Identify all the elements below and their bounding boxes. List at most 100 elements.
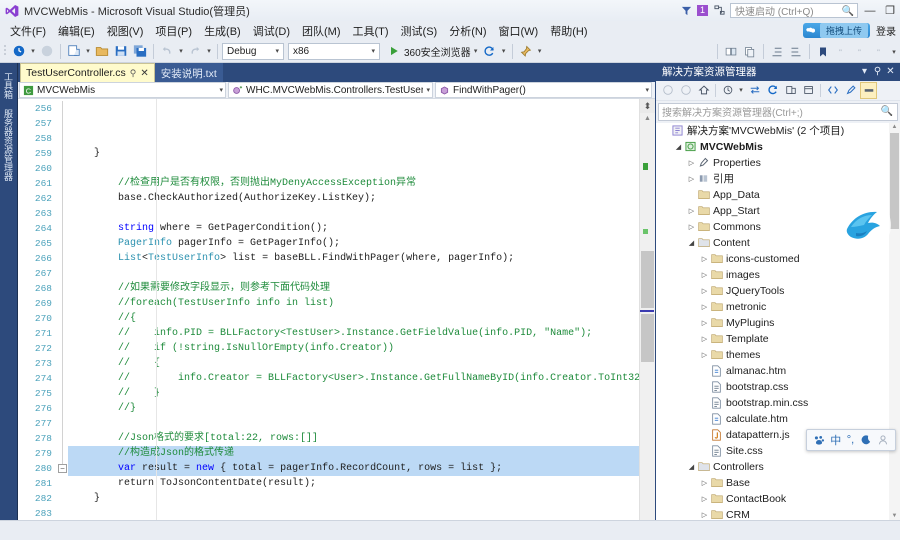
undo-icon[interactable] — [158, 42, 176, 61]
outdent-icon[interactable] — [787, 42, 805, 61]
code-line[interactable]: PagerInfo pagerInfo = GetPagerInfo(); — [68, 236, 639, 251]
menu-item-tools[interactable]: 工具(T) — [347, 21, 395, 41]
expander-closed-icon[interactable]: ▷ — [686, 223, 697, 231]
code-folding-column[interactable]: −− — [56, 99, 68, 520]
pin-icon[interactable]: ⚲ — [130, 68, 137, 79]
tree-item-bootstrap-css[interactable]: bootstrap.css — [656, 379, 900, 395]
code-line[interactable]: } — [68, 146, 639, 161]
quick-launch-input[interactable]: 快速启动 (Ctrl+Q) 🔍 — [730, 3, 858, 18]
code-line[interactable]: // } — [68, 386, 639, 401]
expander-closed-icon[interactable]: ▷ — [699, 287, 710, 295]
start-debug-label[interactable]: 360安全浏览器 — [404, 44, 471, 59]
code-line[interactable]: //{ — [68, 311, 639, 326]
expander-closed-icon[interactable]: ▷ — [699, 255, 710, 263]
code-text-area[interactable]: } //检查用户是否有权限，否则抛出MyDenyAccessException异… — [68, 99, 639, 520]
moon-icon[interactable] — [860, 434, 872, 446]
tree-item--[interactable]: ▷引用 — [656, 171, 900, 187]
compare-icon[interactable] — [722, 42, 740, 61]
menu-item-view[interactable]: 视图(V) — [101, 21, 150, 41]
tree-item-template[interactable]: ▷Template — [656, 331, 900, 347]
feedback-icon[interactable] — [712, 4, 726, 17]
tree-item-properties[interactable]: ▷Properties — [656, 155, 900, 171]
expander-closed-icon[interactable]: ▷ — [699, 271, 710, 279]
close-icon[interactable]: ✕ — [884, 66, 897, 77]
close-icon[interactable]: ✕ — [140, 68, 148, 79]
menu-item-help[interactable]: 帮助(H) — [544, 21, 593, 41]
toolbar-grip[interactable] — [3, 44, 9, 58]
solution-platform-select[interactable]: x86 ▾ — [288, 43, 380, 60]
solution-explorer-search-input[interactable]: 搜索解决方案资源管理器(Ctrl+;) 🔍 — [658, 103, 898, 121]
navbar-project-select[interactable]: C MVCWebMis ▾ — [19, 82, 226, 98]
pending-changes-icon[interactable] — [719, 82, 736, 99]
preview-selected-items-icon[interactable] — [860, 82, 877, 99]
code-line[interactable]: // info.PID = BLLFactory<TestUser>.Insta… — [68, 326, 639, 341]
scrollbar-thumb[interactable] — [641, 251, 654, 308]
code-line[interactable]: // info.Creator = BLLFactory<User>.Insta… — [68, 371, 639, 386]
new-project-icon[interactable] — [65, 42, 83, 61]
solution-configuration-select[interactable]: Debug ▾ — [222, 43, 284, 60]
tree-item-controllers[interactable]: ◢Controllers — [656, 459, 900, 475]
pin-icon[interactable]: ⚲ — [871, 66, 884, 77]
navigate-back-dropdown-icon[interactable]: ▾ — [29, 47, 37, 55]
tree-item-themes[interactable]: ▷themes — [656, 347, 900, 363]
tree-item-jquerytools[interactable]: ▷JQueryTools — [656, 283, 900, 299]
chinese-mode-icon[interactable]: 中 — [830, 432, 841, 448]
sync-with-active-icon[interactable] — [746, 82, 763, 99]
redo-dropdown-icon[interactable]: ▾ — [205, 47, 213, 55]
show-all-files-icon[interactable] — [800, 82, 817, 99]
tree-item-calculate-htm[interactable]: calculate.htm — [656, 411, 900, 427]
scrollbar-thumb-lower[interactable] — [641, 314, 654, 362]
notification-badge[interactable]: 1 — [697, 5, 708, 16]
code-line[interactable]: //如果需要修改字段显示，则参考下面代码处理 — [68, 281, 639, 296]
tree-item--mvcwebmis-2-[interactable]: 解决方案'MVCWebMis' (2 个项目) — [656, 123, 900, 139]
expander-closed-icon[interactable]: ▷ — [699, 303, 710, 311]
scroll-up-arrow[interactable]: ▲ — [640, 115, 655, 122]
tree-item-bootstrap-min-css[interactable]: bootstrap.min.css — [656, 395, 900, 411]
navbar-member-select[interactable]: FindWithPager() ▾ — [435, 82, 652, 98]
code-line[interactable]: return ToJsonContentDate(result); — [68, 476, 639, 491]
menu-item-file[interactable]: 文件(F) — [4, 21, 52, 41]
refresh-icon[interactable] — [764, 82, 781, 99]
code-line[interactable]: //foreach(TestUserInfo info in list) — [68, 296, 639, 311]
expander-closed-icon[interactable]: ▷ — [699, 319, 710, 327]
code-line[interactable] — [68, 206, 639, 221]
tree-item-crm[interactable]: ▷CRM — [656, 507, 900, 520]
split-view-button[interactable]: ⬍ — [640, 99, 655, 113]
code-line[interactable] — [68, 416, 639, 431]
menu-item-analyze[interactable]: 分析(N) — [443, 21, 492, 41]
pan-upload-button[interactable]: 拖拽上传 — [803, 23, 870, 38]
save-all-icon[interactable] — [131, 42, 149, 61]
home-icon[interactable] — [695, 82, 712, 99]
tree-item-content[interactable]: ◢Content — [656, 235, 900, 251]
code-line[interactable]: //检查用户是否有权限，否则抛出MyDenyAccessException异常 — [68, 176, 639, 191]
tree-item-images[interactable]: ▷images — [656, 267, 900, 283]
code-line[interactable]: base.CheckAuthorized(AuthorizeKey.ListKe… — [68, 191, 639, 206]
scroll-up-arrow[interactable]: ▲ — [889, 124, 900, 130]
save-icon[interactable] — [112, 42, 130, 61]
scrollbar-thumb[interactable] — [890, 133, 899, 229]
chevron-down-icon[interactable]: ▾ — [858, 66, 871, 77]
menu-item-test[interactable]: 测试(S) — [395, 21, 444, 41]
filter-icon[interactable] — [679, 4, 693, 17]
editor-vertical-scrollbar[interactable]: ⬍ ▲ — [639, 99, 655, 520]
expander-closed-icon[interactable]: ▷ — [686, 207, 697, 215]
undo-dropdown-icon[interactable]: ▾ — [177, 47, 185, 55]
tree-item-metronic[interactable]: ▷metronic — [656, 299, 900, 315]
scroll-down-arrow[interactable]: ▼ — [889, 513, 900, 519]
open-file-icon[interactable] — [93, 42, 111, 61]
code-line[interactable]: List<TestUserInfo> list = baseBLL.FindWi… — [68, 251, 639, 266]
login-link[interactable]: 登录 — [876, 23, 896, 38]
expander-closed-icon[interactable]: ▷ — [699, 351, 710, 359]
redo-icon[interactable] — [186, 42, 204, 61]
tree-item-almanac-htm[interactable]: almanac.htm — [656, 363, 900, 379]
bookmark-icon[interactable] — [814, 42, 832, 61]
pin-icon[interactable] — [517, 42, 535, 61]
expander-open-icon[interactable]: ◢ — [686, 463, 697, 471]
indent-icon[interactable] — [768, 42, 786, 61]
expander-open-icon[interactable]: ◢ — [673, 143, 684, 151]
back-icon[interactable] — [659, 82, 676, 99]
comment-icon[interactable]: " — [833, 42, 851, 61]
sidebar-tab-toolbox[interactable]: 工具箱 — [1, 67, 16, 104]
code-line[interactable]: // { — [68, 356, 639, 371]
new-project-dropdown-icon[interactable]: ▾ — [84, 47, 92, 55]
